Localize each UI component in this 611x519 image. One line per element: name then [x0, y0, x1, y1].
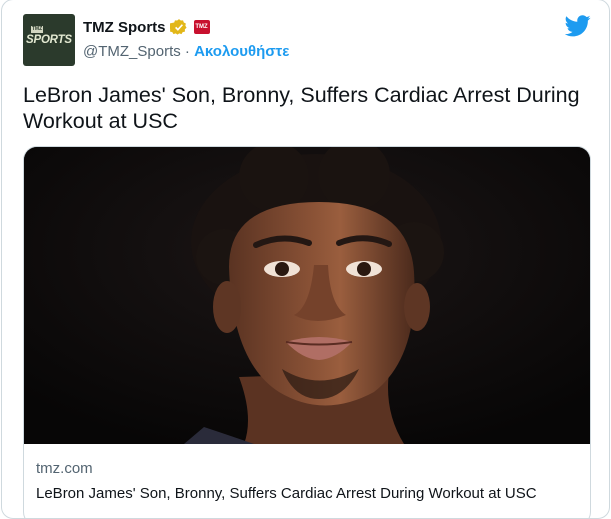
avatar-sports-text: SPORTS	[26, 34, 72, 46]
card-title[interactable]: LeBron James' Son, Bronny, Suffers Cardi…	[36, 485, 537, 502]
avatar[interactable]: TMZ SPORTS	[23, 14, 75, 66]
avatar-tmz-mark: TMZ	[31, 26, 43, 33]
tmz-affiliate-icon[interactable]: TMZ	[193, 20, 210, 34]
separator-dot: ·	[180, 43, 195, 60]
portrait-photo	[24, 147, 590, 444]
follow-button[interactable]: Ακολουθήστε	[194, 43, 289, 60]
verified-badge-icon	[169, 19, 187, 35]
link-card[interactable]: tmz.com LeBron James' Son, Bronny, Suffe…	[23, 146, 591, 518]
embedded-tweet: TMZ SPORTS TMZ Sports TMZ @TMZ_Sports · …	[1, 0, 610, 519]
tweet-text: LeBron James' Son, Bronny, Suffers Cardi…	[23, 83, 580, 133]
card-image[interactable]	[24, 147, 590, 444]
twitter-bird-icon[interactable]	[565, 15, 591, 37]
author-handle[interactable]: @TMZ_Sports	[83, 43, 181, 60]
tweet-header: TMZ SPORTS TMZ Sports TMZ @TMZ_Sports · …	[23, 14, 593, 66]
author-name[interactable]: TMZ Sports	[83, 19, 166, 36]
author-name-line: TMZ Sports TMZ	[83, 16, 210, 38]
card-domain: tmz.com	[36, 460, 93, 477]
handle-line: @TMZ_Sports · Ακολουθήστε	[83, 43, 289, 60]
